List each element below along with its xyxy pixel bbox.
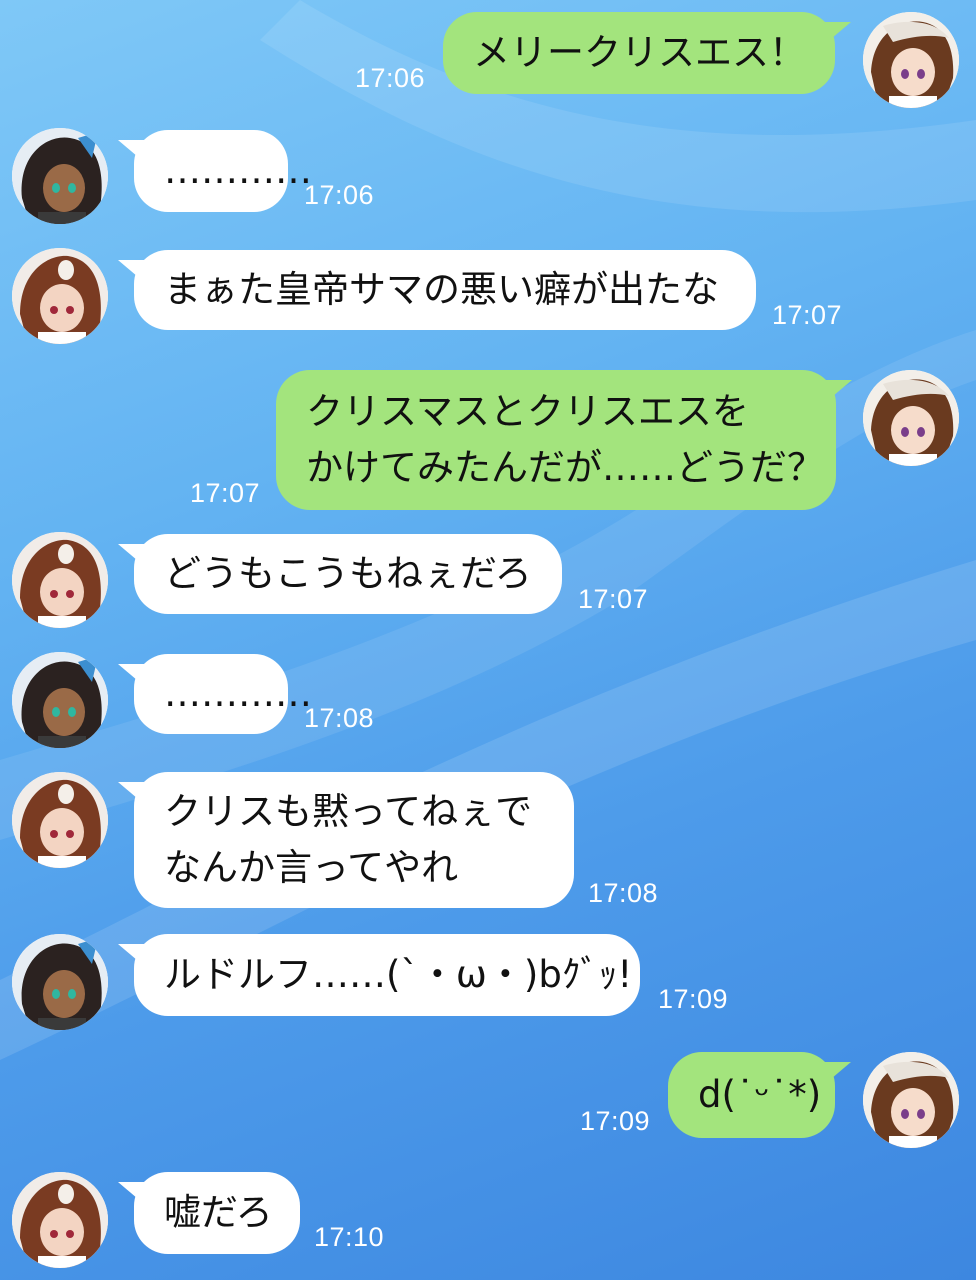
- avatar-brown-white-streak-icon[interactable]: [863, 370, 959, 466]
- message-text: 嘘だろ: [164, 1191, 273, 1234]
- avatar-brown-white-streak-icon[interactable]: [863, 1052, 959, 1148]
- bubble-tail: [118, 664, 144, 686]
- outgoing-message-bubble[interactable]: d(˙ᵕ˙*): [668, 1052, 835, 1138]
- incoming-message-bubble[interactable]: …………: [134, 654, 312, 734]
- bubble-tail: [825, 22, 851, 44]
- avatar-brown-hair-icon[interactable]: [12, 772, 108, 868]
- incoming-message-bubble[interactable]: 嘘だろ: [134, 1172, 300, 1254]
- message-text: まぁた皇帝サマの悪い癖が出たな: [164, 268, 719, 311]
- incoming-message-bubble[interactable]: …………: [134, 130, 312, 212]
- message-timestamp: 17:10: [314, 1222, 385, 1252]
- outgoing-message-bubble[interactable]: クリスマスとクリスエスを かけてみたんだが……どうだ？: [276, 370, 836, 510]
- avatar-brown-white-streak-icon[interactable]: [863, 12, 959, 108]
- bubble-tail: [825, 1062, 851, 1084]
- message-timestamp: 17:08: [588, 878, 659, 908]
- message-text: メリークリスエス！: [473, 31, 806, 74]
- avatar-brown-hair-icon[interactable]: [12, 532, 108, 628]
- bubble-tail: [118, 944, 144, 966]
- message-timestamp: 17:08: [304, 703, 375, 733]
- message-timestamp: 17:06: [304, 180, 375, 210]
- avatar-dark-hair-icon[interactable]: [12, 934, 108, 1030]
- message-text: どうもこうもねぇだろ: [164, 552, 532, 595]
- message-timestamp: 17:07: [578, 584, 649, 614]
- message-text: d(˙ᵕ˙*): [698, 1073, 822, 1116]
- avatar-brown-hair-icon[interactable]: [12, 1172, 108, 1268]
- message-text: ルドルフ……(`・ω・)bｸﾞｯ!: [164, 953, 633, 996]
- message-timestamp: 17:09: [580, 1106, 651, 1136]
- message-timestamp: 17:07: [772, 300, 843, 330]
- avatar-dark-hair-icon[interactable]: [12, 652, 108, 748]
- message-timestamp: 17:07: [190, 478, 261, 508]
- incoming-message-bubble[interactable]: クリスも黙ってねぇで なんか言ってやれ: [134, 772, 574, 908]
- message-text: …………: [164, 149, 312, 192]
- bubble-tail: [118, 782, 144, 804]
- message-text: クリスも黙ってねぇで なんか言ってやれ: [164, 790, 533, 889]
- avatar-brown-hair-icon[interactable]: [12, 248, 108, 344]
- message-timestamp: 17:09: [658, 984, 729, 1014]
- bubble-tail: [118, 544, 144, 566]
- incoming-message-bubble[interactable]: ルドルフ……(`・ω・)bｸﾞｯ!: [134, 934, 640, 1016]
- bubble-tail: [118, 260, 144, 282]
- incoming-message-bubble[interactable]: どうもこうもねぇだろ: [134, 534, 562, 614]
- outgoing-message-bubble[interactable]: メリークリスエス！: [443, 12, 835, 94]
- bubble-tail: [118, 1182, 144, 1204]
- bubble-tail: [118, 140, 144, 162]
- avatar-dark-hair-icon[interactable]: [12, 128, 108, 224]
- bubble-tail: [826, 380, 852, 402]
- incoming-message-bubble[interactable]: まぁた皇帝サマの悪い癖が出たな: [134, 250, 756, 330]
- message-text: …………: [164, 672, 312, 715]
- message-text: クリスマスとクリスエスを かけてみたんだが……どうだ？: [306, 390, 824, 489]
- message-timestamp: 17:06: [355, 63, 426, 93]
